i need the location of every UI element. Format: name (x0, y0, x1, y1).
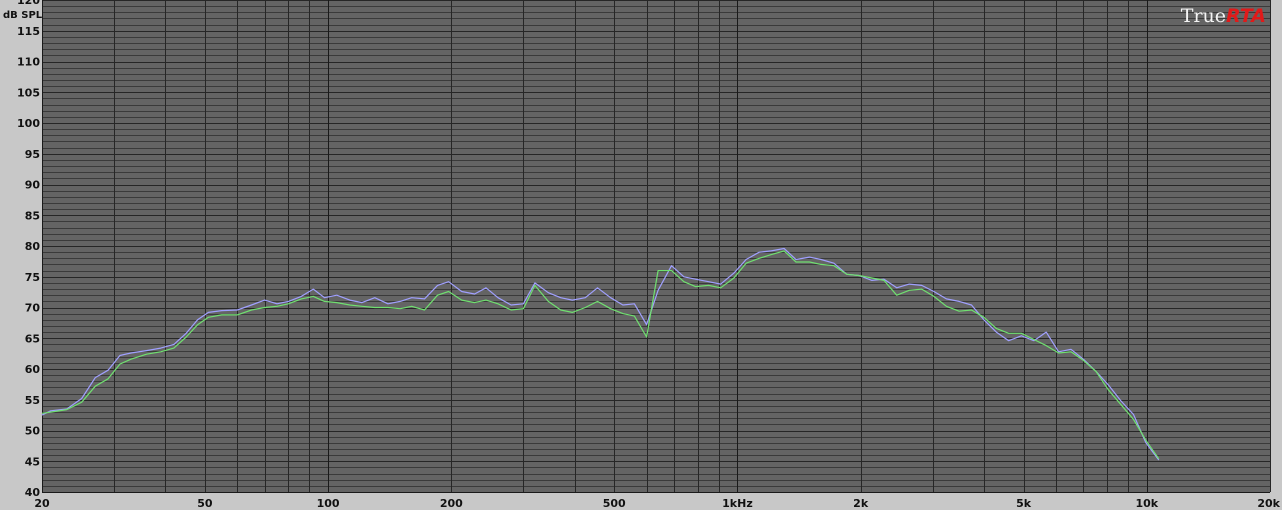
truerta-logo: TrueRTA (1181, 5, 1266, 27)
y-tick-label: 100 (17, 117, 40, 130)
x-tick-label: 50 (197, 497, 213, 510)
x-tick-label: 20k (1257, 497, 1280, 510)
y-tick-label: 85 (25, 209, 40, 222)
y-tick-label: 95 (25, 148, 40, 161)
x-tick-label: 2k (853, 497, 869, 510)
logo-text-true: True (1181, 5, 1226, 27)
y-tick-label: 55 (25, 394, 40, 407)
y-tick-label: 70 (25, 302, 41, 315)
y-tick-label: 65 (25, 332, 40, 345)
y-tick-label: 60 (25, 363, 41, 376)
y-axis-unit-label: dB SPL (3, 10, 43, 21)
x-tick-label: 1kHz (722, 497, 753, 510)
y-tick-label: 50 (25, 425, 41, 438)
rta-chart: 404550556065707580859095100105110115120 … (0, 0, 1282, 510)
x-tick-label: 20 (34, 497, 50, 510)
x-tick-label: 100 (317, 497, 340, 510)
x-tick-label: 10k (1135, 497, 1158, 510)
y-tick-label: 45 (25, 455, 40, 468)
y-tick-label: 75 (25, 271, 40, 284)
y-tick-label: 115 (17, 25, 40, 38)
y-tick-label: 80 (25, 240, 41, 253)
y-tick-label: 90 (25, 179, 41, 192)
x-tick-label: 5k (1016, 497, 1032, 510)
x-tick-label: 200 (440, 497, 463, 510)
x-tick-label: 500 (603, 497, 626, 510)
y-tick-label: 110 (17, 56, 40, 69)
y-tick-label: 120 (17, 0, 40, 7)
y-tick-label: 105 (17, 86, 40, 99)
logo-text-rta: RTA (1226, 5, 1266, 27)
